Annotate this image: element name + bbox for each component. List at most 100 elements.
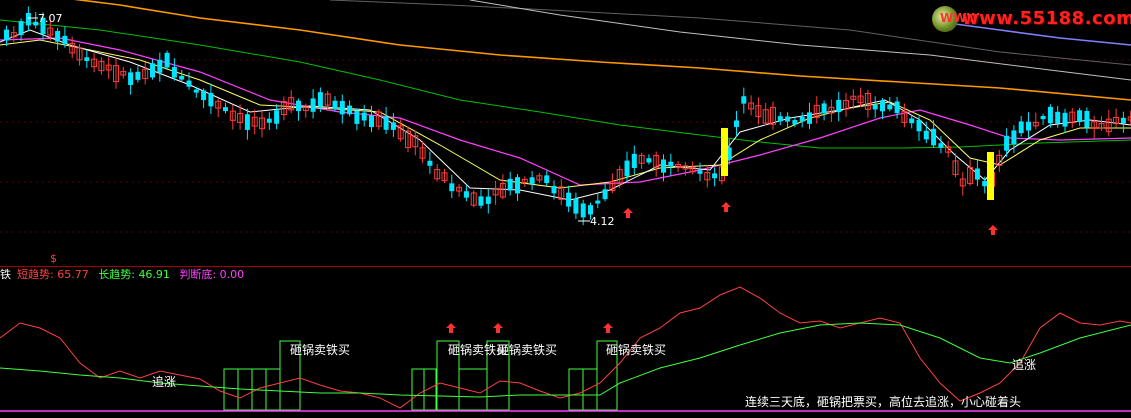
candle-body-down (931, 128, 937, 146)
up-arrow-icon (603, 323, 613, 333)
bottom-box (265, 368, 281, 411)
indicator-chart[interactable]: 砸锅卖铁买 砸锅卖铁买 砸锅卖铁买 砸锅卖铁买 追涨 追涨 连续三天底，砸锅把票… (0, 283, 1131, 414)
watermark-url: www.55188.com (962, 8, 1131, 29)
watermark: WWW www.55188.com (932, 6, 1131, 32)
candle-body-down (544, 175, 550, 184)
candle-body-down (354, 110, 360, 124)
candle-body-down (208, 92, 214, 107)
logo-icon: WWW (932, 6, 980, 32)
judge-bottom-value: 0.00 (219, 268, 245, 281)
candle-body-down (135, 71, 141, 80)
candle-body-down (982, 181, 988, 187)
ma-green-line (0, 19, 1131, 149)
candlesticks (4, 6, 1131, 226)
ma-yellow-line (0, 39, 1131, 189)
candle-body-down (463, 191, 469, 198)
bottom-box (223, 368, 239, 411)
candle-body-down (266, 118, 272, 123)
candle-body-down (18, 21, 24, 36)
candle-body-down (741, 96, 747, 104)
chase-label-1: 追涨 (152, 374, 176, 389)
candle-body-down (588, 205, 593, 215)
candle-body-down (792, 120, 798, 125)
candle-body-down (427, 160, 433, 166)
candle-body-down (390, 122, 396, 130)
candle-body-down (1004, 135, 1010, 151)
candle-body-down (807, 112, 812, 124)
candle-body-down (580, 203, 586, 218)
candle-body-down (624, 160, 630, 177)
candle-body-down (84, 57, 90, 61)
candle-body-down (916, 120, 922, 132)
up-arrow-icon (988, 225, 998, 235)
candle-body-down (938, 143, 944, 148)
candle-body-down (551, 185, 557, 194)
candle-body-down (317, 92, 323, 107)
candle-body-down (712, 173, 718, 179)
candle-body-down (566, 192, 572, 207)
main-price-panel[interactable]: 7.07 4.12 $ (0, 0, 1131, 266)
candle-body-down (573, 198, 579, 214)
candle-body-down (836, 99, 842, 113)
judge-bottom-label: 判断底: (179, 268, 217, 281)
candle-body-down (164, 52, 170, 68)
candle-body-down (383, 116, 389, 130)
bottom-signal-boxes (223, 340, 618, 411)
candle-body-down (478, 196, 484, 206)
candle-body-down (369, 115, 374, 128)
candle-body-down (244, 114, 250, 130)
candle-body-down (186, 80, 192, 87)
yellow-signal-bar (721, 128, 728, 176)
short-trend-value: 65.77 (57, 268, 89, 281)
bottom-box (568, 368, 584, 411)
candle-body-down (894, 101, 900, 114)
candle-body-down (449, 183, 455, 192)
candle-body-down (150, 63, 155, 78)
candle-body-down (193, 89, 199, 93)
candle-body-down (223, 107, 228, 112)
candle-body-down (1040, 115, 1046, 120)
chase-label-2: 追涨 (1012, 357, 1036, 372)
indicator-prefix: 铁 (0, 268, 11, 281)
up-arrows (623, 202, 998, 235)
candle-body-down (923, 130, 929, 140)
candle-body-down (1011, 130, 1017, 145)
short-trend-label: 短趋势: (17, 268, 54, 281)
trend-lines (0, 286, 1131, 412)
candle-body-down (668, 161, 674, 167)
footer-rhyme: 连续三天底，砸锅把票买，高位去追涨，小心碰着头 (745, 394, 1021, 409)
candle-body-down (1120, 117, 1126, 124)
long-trend-label: 长趋势: (98, 268, 135, 281)
indicator-panel[interactable]: 砸锅卖铁买 砸锅卖铁买 砸锅卖铁买 砸锅卖铁买 追涨 追涨 连续三天底，砸锅把票… (0, 283, 1131, 414)
candle-body-down (777, 116, 783, 122)
short-trend-line (0, 286, 1131, 409)
up-arrow-icon (623, 208, 633, 218)
up-arrow-icon (493, 323, 503, 333)
ma-white-line (0, 29, 1131, 201)
candle-body-down (1084, 110, 1090, 128)
panel-divider (0, 266, 1131, 267)
signal-label-3: 砸锅卖铁买 (497, 342, 557, 357)
candle-body-down (602, 189, 608, 200)
candle-body-down (697, 170, 703, 174)
candle-body-down (880, 100, 885, 112)
candle-body-down (529, 177, 535, 184)
candle-body-down (55, 31, 61, 42)
high-price-label: 7.07 (38, 12, 63, 25)
candle-body-down (128, 72, 134, 85)
candle-body-down (872, 104, 878, 110)
candle-body-down (62, 35, 68, 44)
bottom-box (458, 368, 488, 411)
candle-body-down (821, 103, 827, 114)
long-trend-value: 46.91 (138, 268, 170, 281)
candle-body-down (1026, 121, 1031, 131)
signal-label-4: 砸锅卖铁买 (606, 342, 666, 357)
price-chart[interactable]: 7.07 4.12 $ (0, 0, 1131, 266)
candle-body-down (296, 100, 301, 112)
candle-body-down (1055, 111, 1061, 124)
candle-body-down (515, 177, 520, 194)
candle-body-down (887, 104, 893, 110)
candle-body-down (332, 100, 338, 110)
candle-body-down (201, 90, 207, 101)
candle-body-down (310, 98, 316, 112)
